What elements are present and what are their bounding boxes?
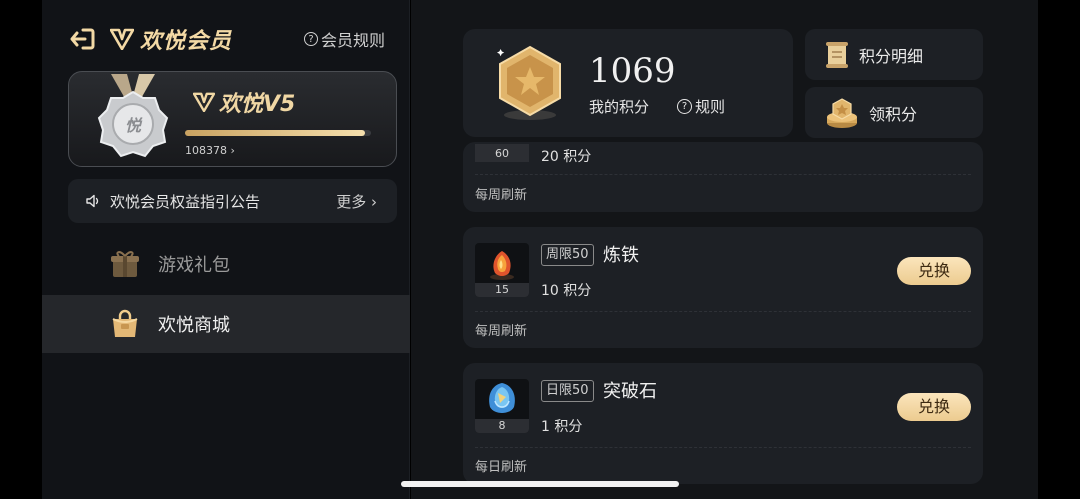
- points-label: 我的积分: [589, 98, 650, 116]
- item-thumbnail: 8: [475, 379, 529, 433]
- item-refresh-text: 每周刷新: [475, 188, 528, 203]
- points-card: 1069 我的积分 ? 规则: [463, 29, 793, 137]
- home-indicator[interactable]: [401, 481, 679, 487]
- earn-points-button[interactable]: 领积分: [805, 87, 983, 138]
- item-thumbnail: 15: [475, 243, 529, 297]
- points-detail-button[interactable]: 积分明细: [805, 29, 983, 80]
- sidebar: 欢悦会员 ? 会员规则 悦 欢悦V5 108378 › 欢悦会员权益指引公告 更…: [42, 0, 410, 499]
- back-button[interactable]: [68, 25, 96, 53]
- breakthrough-stone-icon: [489, 383, 515, 413]
- brand: 欢悦会员: [110, 23, 232, 55]
- item-count: 8: [475, 419, 529, 433]
- v-logo-icon: [110, 28, 134, 50]
- svg-text:悦: 悦: [125, 116, 143, 135]
- item-name: 突破石: [603, 381, 657, 402]
- card-divider: [475, 174, 971, 175]
- menu-label-mall: 欢悦商城: [158, 315, 230, 336]
- item-refresh-text: 每周刷新: [475, 324, 528, 339]
- item-name: 炼铁: [603, 245, 639, 266]
- v-logo-small-icon: [193, 92, 215, 112]
- exchange-button[interactable]: 兑换: [897, 257, 971, 285]
- question-icon: ?: [303, 32, 318, 46]
- item-cost: 20 积分: [541, 149, 592, 165]
- back-arrow-icon: [70, 28, 95, 50]
- exchange-button[interactable]: 兑换: [897, 393, 971, 421]
- member-rules-link[interactable]: ? 会员规则: [303, 27, 385, 51]
- points-coin-icon: [497, 45, 561, 120]
- card-divider: [475, 447, 971, 448]
- item-refresh-text: 每日刷新: [475, 460, 528, 475]
- vip-level-label: 欢悦V5: [219, 92, 296, 117]
- points-rule-link[interactable]: ? 规则: [677, 96, 725, 117]
- vip-exp-value[interactable]: 108378 ›: [185, 144, 235, 157]
- item-cost: 10 积分: [541, 283, 592, 299]
- silver-medal-icon: 悦: [97, 74, 169, 158]
- earn-points-label: 领积分: [869, 104, 918, 124]
- shop-bag-icon: [112, 309, 138, 337]
- exchange-item-card: 8 日限50 突破石 1 积分 兑换 每日刷新: [463, 363, 983, 484]
- menu-item-mall[interactable]: 欢悦商城: [42, 295, 410, 353]
- scroll-icon: [826, 41, 848, 68]
- page-title: 欢悦会员: [140, 29, 233, 54]
- card-divider: [475, 311, 971, 312]
- announcement-bar[interactable]: 欢悦会员权益指引公告 更多 ›: [68, 179, 397, 223]
- menu-item-game-gift[interactable]: 游戏礼包: [42, 235, 410, 293]
- member-rules-label: 会员规则: [320, 31, 385, 50]
- item-limit-tag: 日限50: [541, 380, 594, 402]
- points-rule-label: 规则: [695, 98, 726, 116]
- exchange-item-card: 60 20 积分 每周刷新: [463, 142, 983, 212]
- item-limit-tag: 周限50: [541, 244, 594, 266]
- question-icon: ?: [677, 99, 692, 114]
- exchange-item-card: 15 周限50 炼铁 10 积分 兑换 每周刷新: [463, 227, 983, 348]
- iron-ore-icon: [490, 251, 514, 280]
- vip-level-card[interactable]: 悦 欢悦V5 108378 ›: [68, 71, 397, 167]
- points-detail-label: 积分明细: [859, 46, 924, 66]
- points-value: 1069: [589, 51, 676, 91]
- gift-icon: [111, 251, 139, 277]
- coin-stack-icon: [827, 97, 857, 128]
- sidebar-header: 欢悦会员 ? 会员规则: [68, 24, 385, 54]
- item-count: 15: [475, 283, 529, 297]
- vip-progress-fill: [185, 130, 366, 136]
- item-cost: 1 积分: [541, 419, 583, 435]
- menu-label-game-gift: 游戏礼包: [158, 255, 230, 276]
- more-link[interactable]: 更多 ›: [336, 191, 377, 212]
- vip-progress-bar: [185, 130, 371, 136]
- vip-level: 欢悦V5: [193, 86, 295, 118]
- main-panel: 1069 我的积分 ? 规则 积分明细 领积分 60 20 积分 每周刷新 15…: [411, 0, 1038, 499]
- item-count: 60: [475, 144, 529, 162]
- announcement-text: 欢悦会员权益指引公告: [110, 192, 261, 211]
- speaker-icon: [86, 194, 99, 208]
